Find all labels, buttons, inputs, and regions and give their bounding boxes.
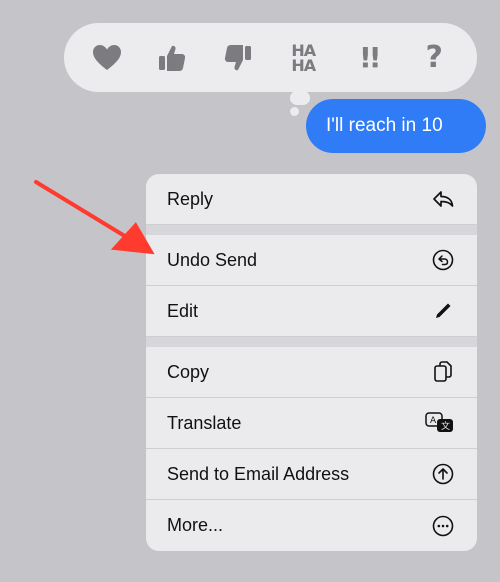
exclamation-reaction-button[interactable]: !! [345, 34, 393, 82]
undo-circle-icon [431, 248, 455, 272]
translate-icon: A文 [425, 411, 455, 435]
menu-item-undo-send[interactable]: Undo Send [146, 235, 477, 286]
tapback-bar: HA HA !! ? [64, 23, 477, 92]
menu-item-label: Copy [167, 361, 210, 382]
copy-icon [431, 360, 455, 384]
thumbs-down-icon [224, 44, 251, 70]
menu-item-label: Send to Email Address [167, 463, 350, 484]
menu-item-reply[interactable]: Reply [146, 174, 477, 225]
menu-item-label: Edit [167, 300, 199, 321]
svg-text:A: A [430, 416, 437, 426]
heart-icon [92, 44, 121, 70]
menu-item-more[interactable]: More... [146, 500, 477, 551]
question-icon: ? [425, 40, 443, 75]
svg-text:文: 文 [441, 420, 450, 432]
tapback-tail [290, 91, 310, 105]
menu-item-label: More... [167, 515, 224, 535]
question-reaction-button[interactable]: ? [410, 34, 458, 82]
arrow-up-circle-icon [431, 462, 455, 486]
exclamation-icon: !! [358, 41, 381, 74]
thumbs-up-icon [159, 45, 186, 71]
thumbs-down-reaction-button[interactable] [214, 34, 262, 82]
menu-item-copy[interactable]: Copy [146, 347, 477, 398]
menu-section-separator [146, 337, 477, 347]
haha-reaction-button[interactable]: HA HA [279, 34, 327, 82]
menu-item-translate[interactable]: Translate A文 [146, 398, 477, 449]
menu-section-separator [146, 225, 477, 235]
more-ellipsis-icon [431, 514, 455, 538]
menu-item-edit[interactable]: Edit [146, 286, 477, 337]
menu-item-label: Undo Send [167, 249, 258, 270]
reply-arrow-icon [431, 187, 455, 211]
haha-icon: HA HA [291, 40, 316, 75]
menu-item-send-to-email[interactable]: Send to Email Address [146, 449, 477, 500]
message-text: I'll reach in 10 [326, 115, 443, 136]
context-menu: Reply Undo Send Edit Copy Translate A文 S… [146, 174, 477, 551]
menu-item-label: Reply [167, 188, 214, 209]
heart-reaction-button[interactable] [83, 34, 131, 82]
pencil-icon [431, 299, 455, 323]
message-bubble[interactable]: I'll reach in 10 [306, 99, 486, 153]
tapback-tail-dot [290, 107, 299, 116]
menu-item-label: Translate [167, 412, 242, 433]
thumbs-up-reaction-button[interactable] [148, 34, 196, 82]
